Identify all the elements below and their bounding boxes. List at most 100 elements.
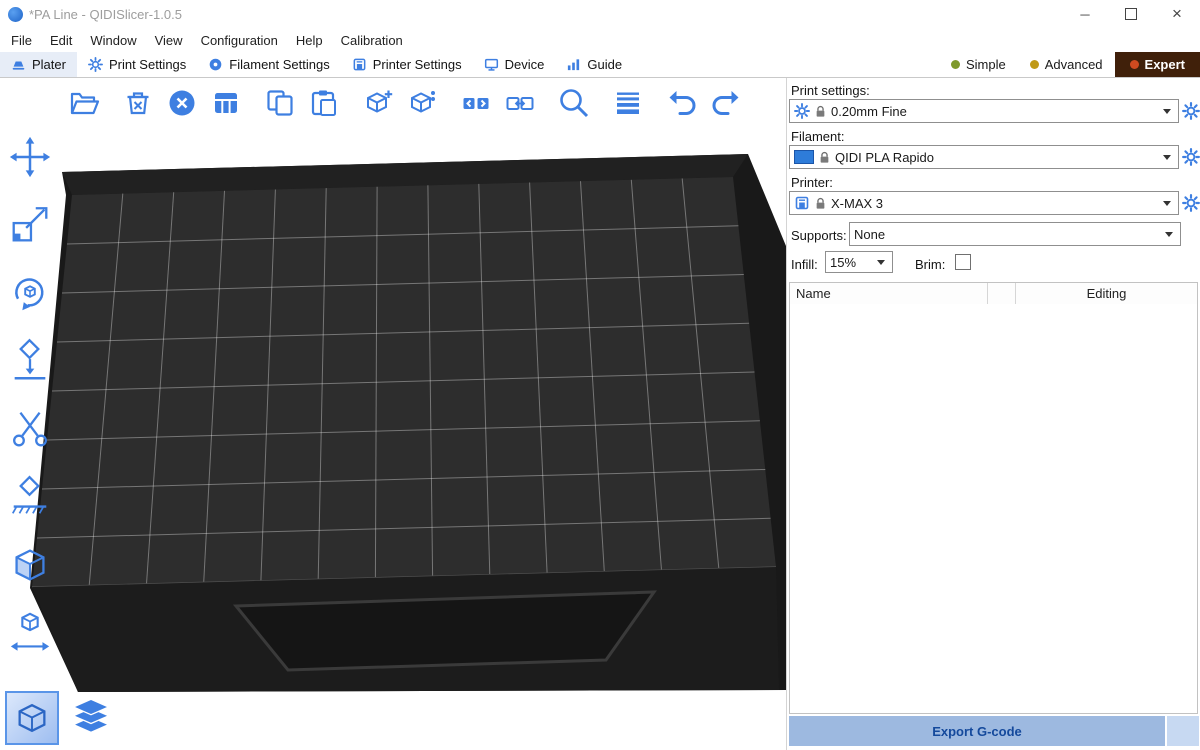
paste-button[interactable] <box>304 83 344 123</box>
filament-label: Filament: <box>791 129 844 144</box>
maximize-button[interactable] <box>1108 0 1154 28</box>
undo-icon <box>666 87 698 119</box>
paste-icon <box>308 87 340 119</box>
menu-window[interactable]: Window <box>81 33 145 48</box>
printer-value: X-MAX 3 <box>831 196 883 211</box>
infill-dropdown[interactable]: 15% <box>825 251 893 273</box>
arrange-button[interactable] <box>206 83 246 123</box>
tab-label: Plater <box>32 57 66 72</box>
print-settings-gear-button[interactable] <box>1181 101 1200 121</box>
open-button[interactable] <box>64 83 104 123</box>
remove-instance-button[interactable] <box>402 83 442 123</box>
object-list-body[interactable] <box>790 304 1197 713</box>
split-objects-icon <box>460 87 492 119</box>
print-settings-combo[interactable]: 0.20mm Fine <box>789 99 1179 123</box>
tab-filament-settings[interactable]: Filament Settings <box>197 52 340 77</box>
tab-label: Printer Settings <box>373 57 462 72</box>
split-parts-button[interactable] <box>500 83 540 123</box>
tab-guide[interactable]: Guide <box>555 52 633 77</box>
measure-icon <box>7 610 53 656</box>
redo-button[interactable] <box>706 83 746 123</box>
rotate-tool-button[interactable] <box>3 266 57 320</box>
mid-column-header[interactable] <box>988 283 1016 304</box>
mode-switcher: Simple Advanced Expert <box>939 52 1200 77</box>
window-controls: ─ × <box>1062 0 1200 28</box>
filament-color-swatch <box>794 150 814 164</box>
cut-tool-button[interactable] <box>3 402 57 456</box>
add-instance-button[interactable] <box>358 83 398 123</box>
print-bed <box>0 78 786 750</box>
editor-view-button[interactable] <box>5 691 59 745</box>
split-parts-icon <box>504 87 536 119</box>
seam-paint-tool-button[interactable] <box>3 538 57 592</box>
delete-button[interactable] <box>118 83 158 123</box>
search-button[interactable] <box>554 83 594 123</box>
dropdown-caret-icon <box>1163 201 1171 206</box>
export-options-button[interactable] <box>1167 716 1199 746</box>
menu-view[interactable]: View <box>146 33 192 48</box>
trash-icon <box>122 87 154 119</box>
viewport-3d[interactable] <box>0 78 786 750</box>
brim-checkbox[interactable] <box>955 254 971 270</box>
dropdown-caret-icon <box>877 260 885 265</box>
measure-tool-button[interactable] <box>3 606 57 660</box>
variable-layer-height-button[interactable] <box>608 83 648 123</box>
print-settings-value: 0.20mm Fine <box>831 104 907 119</box>
menu-help[interactable]: Help <box>287 33 332 48</box>
copy-button[interactable] <box>260 83 300 123</box>
filament-value: QIDI PLA Rapido <box>835 150 934 165</box>
menu-calibration[interactable]: Calibration <box>332 33 412 48</box>
object-list-header: Name Editing <box>790 283 1197 305</box>
tab-device[interactable]: Device <box>473 52 556 77</box>
delete-all-button[interactable] <box>162 83 202 123</box>
menu-file[interactable]: File <box>2 33 41 48</box>
layer-height-icon <box>612 87 644 119</box>
expert-mode-dot-icon <box>1130 60 1139 69</box>
printer-combo[interactable]: X-MAX 3 <box>789 191 1179 215</box>
preview-view-button[interactable] <box>64 691 118 745</box>
split-objects-button[interactable] <box>456 83 496 123</box>
name-column-header[interactable]: Name <box>790 283 988 304</box>
printer-gear-button[interactable] <box>1181 193 1200 213</box>
title-bar[interactable]: *PA Line - QIDISlicer-1.0.5 ─ × <box>0 0 1200 28</box>
menu-edit[interactable]: Edit <box>41 33 81 48</box>
left-toolbar <box>3 130 57 660</box>
gear-icon <box>1182 194 1200 212</box>
plater-icon <box>11 57 26 72</box>
mode-expert[interactable]: Expert <box>1115 52 1200 77</box>
mode-advanced[interactable]: Advanced <box>1018 52 1115 77</box>
infill-value: 15% <box>830 255 856 270</box>
main-area: Print settings: 0.20mm Fine Filament: QI… <box>0 78 1200 750</box>
print-settings-icon <box>88 57 103 72</box>
infill-label: Infill: <box>791 257 818 272</box>
close-button[interactable]: × <box>1154 0 1200 28</box>
supports-dropdown[interactable]: None <box>849 222 1181 246</box>
tab-printer-settings[interactable]: Printer Settings <box>341 52 473 77</box>
supports-label: Supports: <box>791 228 847 243</box>
minimize-button[interactable]: ─ <box>1062 0 1108 28</box>
tab-plater[interactable]: Plater <box>0 52 77 77</box>
printer-icon <box>794 195 810 211</box>
support-paint-tool-button[interactable] <box>3 470 57 524</box>
menu-configuration[interactable]: Configuration <box>192 33 287 48</box>
editing-column-header[interactable]: Editing <box>1016 283 1197 304</box>
dropdown-caret-icon <box>1165 232 1173 237</box>
redo-icon <box>710 87 742 119</box>
paint-cube-icon <box>7 542 53 588</box>
filament-gear-button[interactable] <box>1181 147 1200 167</box>
export-gcode-button[interactable]: Export G-code <box>789 716 1165 746</box>
support-paint-icon <box>7 474 53 520</box>
undo-button[interactable] <box>662 83 702 123</box>
brim-label: Brim: <box>915 257 945 272</box>
supports-value: None <box>854 227 885 242</box>
tab-print-settings[interactable]: Print Settings <box>77 52 197 77</box>
move-tool-button[interactable] <box>3 130 57 184</box>
guide-icon <box>566 57 581 72</box>
tab-label: Print Settings <box>109 57 186 72</box>
scale-tool-button[interactable] <box>3 198 57 252</box>
maximize-icon <box>1125 8 1137 20</box>
gear-icon <box>1182 148 1200 166</box>
mode-simple[interactable]: Simple <box>939 52 1018 77</box>
place-on-face-tool-button[interactable] <box>3 334 57 388</box>
filament-combo[interactable]: QIDI PLA Rapido <box>789 145 1179 169</box>
